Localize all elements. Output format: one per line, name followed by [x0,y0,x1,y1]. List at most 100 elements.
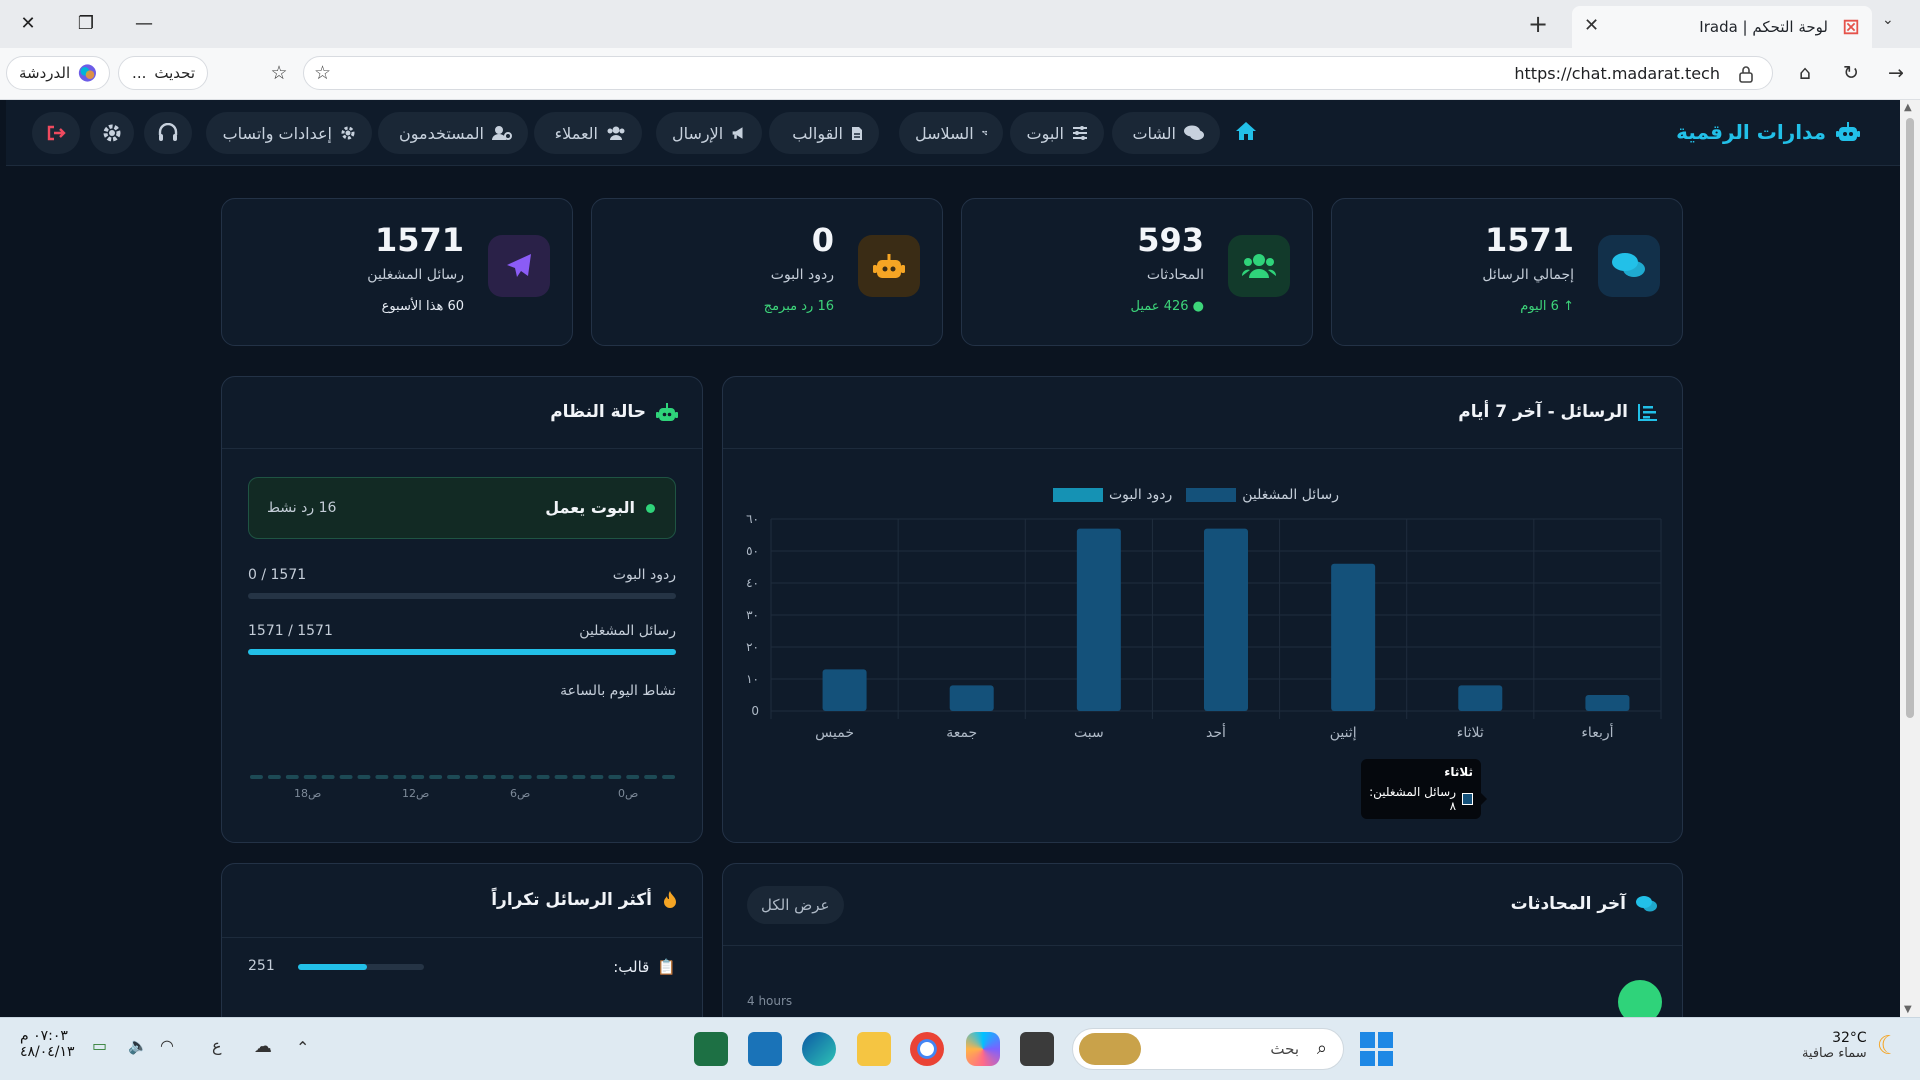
top-message-bar [298,964,424,970]
nav-sequences[interactable]: السلاسل [899,112,1003,154]
language-indicator[interactable]: ع [212,1036,222,1055]
taskview-app-icon[interactable] [1020,1032,1054,1066]
wifi-icon[interactable]: ◠ [160,1036,174,1055]
window-close-icon[interactable]: ✕ [8,8,48,40]
update-button[interactable]: تحديث ... [118,56,208,90]
browser-toolbar: الدردشة تحديث ... ☆ ☆ https://chat.madar… [0,48,1920,100]
hour-bar [626,775,640,779]
start-tile [1378,1032,1393,1048]
weather-widget[interactable]: ☾ 32°C سماء صافية [1802,1030,1900,1061]
x-tick-label: سبت [1074,725,1104,741]
stat-sub: ↑ 6 اليوم [1520,299,1574,314]
clock[interactable]: ٠٧:٠٣ م ٤٨/٠٤/١٣ [20,1028,75,1060]
tab-list-chevron-icon[interactable]: ⌄ [1882,12,1894,28]
stat-label: المحادثات [1146,267,1204,283]
settings-button[interactable] [90,112,134,154]
edge-app-icon[interactable] [802,1032,836,1066]
y-tick-label: ٤٠ [746,576,759,590]
tab-close-icon[interactable]: ✕ [1584,15,1599,36]
address-bar[interactable]: ☆ https://chat.madarat.tech [303,56,1773,90]
comments-icon [1184,125,1204,140]
browser-tab[interactable]: ✕ لوحة التحكم | Irada [1572,6,1872,48]
start-button[interactable] [1360,1032,1394,1066]
home-icon[interactable] [1234,120,1258,142]
top-messages-card: أكثر الرسائل تكراراً 📋 قالب: 251 [221,863,703,1017]
top-message-row[interactable]: 📋 قالب: 251 [222,954,702,994]
copilot-icon [79,64,97,82]
hour-label: 0ص [618,787,638,800]
file-explorer-icon[interactable] [857,1032,891,1066]
copilot-chat-button[interactable]: الدردشة [6,56,110,90]
x-tick-label: ثلاثاء [1457,725,1484,741]
window-restore-icon[interactable]: ❐ [66,8,106,40]
stat-card-bot-replies: 0 ردود البوت 16 رد مبرمج [591,198,943,346]
hour-label: 18ص [294,787,321,800]
nav-customers[interactable]: العملاء [534,112,642,154]
tooltip-text: رسائل المشغلين: ٨ [1369,785,1457,813]
support-headset-button[interactable] [144,112,192,154]
nav-whatsapp-settings[interactable]: إعدادات واتساب [206,112,372,154]
view-all-button[interactable]: عرض الكل [747,886,844,924]
hour-bar [500,775,514,779]
nav-templates-label: القوالب [792,123,843,143]
update-label: تحديث [154,64,195,82]
nav-bot[interactable]: البوت [1010,112,1104,154]
scroll-up-icon[interactable]: ▲ [1904,102,1912,113]
paper-plane-icon [507,254,531,277]
comments-icon [1612,253,1645,277]
hour-bar [554,775,568,779]
sitemap-icon [981,130,987,136]
x-tick-label: إثنين [1330,725,1357,741]
notepad-app-icon[interactable] [748,1032,782,1066]
brand[interactable]: مدارات الرقمية [1676,120,1860,144]
nav-chat-label: الشات [1132,123,1176,143]
users-icon [1242,254,1276,278]
refresh-icon[interactable]: ↻ [1838,62,1864,88]
hour-bar [285,775,299,779]
hour-bar [429,775,443,779]
nav-users[interactable]: المستخدمون [378,112,528,154]
sliders-icon [1073,126,1087,140]
nav-templates[interactable]: القوالب [769,112,879,154]
hour-bar [393,775,407,779]
messages-bar-chart[interactable]: 0 ١٠ ٢٠ ٣٠ ٤٠ ٥٠ ٦٠ أربعاء ثلاثاء إثنين أحد سبت جمعة… [723,377,1684,844]
hour-bar [465,775,478,779]
volume-icon[interactable]: 🔈 [128,1036,148,1055]
tooltip-row: رسائل المشغلين: ٨ [1369,785,1473,813]
scrollbar-thumb[interactable] [1906,118,1914,718]
home-nav-icon[interactable]: ⌂ [1792,62,1818,88]
avatar[interactable] [1618,980,1662,1017]
hour-bar [447,775,460,779]
tray-chevron-icon[interactable]: ⌃ [296,1038,309,1057]
onedrive-icon[interactable]: ☁ [254,1036,272,1057]
scroll-down-icon[interactable]: ▼ [1904,1004,1912,1015]
logout-button[interactable] [32,112,80,154]
top-navbar: مدارات الرقمية الشات البوت السلاسل القوا… [6,100,1900,166]
hour-bar [644,775,658,779]
y-tick-label: 0 [751,704,759,718]
page-scrollbar[interactable]: ▲ ▼ [1900,100,1920,1017]
url-text: https://chat.madarat.tech [1514,64,1720,83]
hour-bar [250,775,263,779]
back-arrow-icon[interactable]: → [1883,62,1909,88]
moon-icon: ☾ [1876,1030,1900,1061]
new-tab-icon[interactable]: + [1528,10,1548,38]
copilot-app-icon[interactable] [966,1032,1000,1066]
chrome-app-icon[interactable] [910,1032,944,1066]
taskbar-search[interactable]: ⌕ بحث [1072,1028,1344,1070]
nav-chat[interactable]: الشات [1112,112,1220,154]
favorites-icon[interactable]: ☆ [266,62,292,88]
add-favorite-icon[interactable]: ☆ [314,62,331,84]
robot-icon [873,254,905,278]
y-tick-label: ٥٠ [746,544,759,558]
window-minimize-icon[interactable]: — [124,8,164,40]
hour-label: 6ص [510,787,530,800]
nav-bot-label: البوت [1026,123,1064,143]
nav-sending[interactable]: الإرسال [656,112,762,154]
card-title: آخر المحادثات [1511,894,1658,914]
excel-app-icon[interactable] [694,1032,728,1066]
stat-icon-box [1598,235,1660,297]
top-messages-title: أكثر الرسائل تكراراً [491,890,652,910]
battery-icon[interactable]: ▭ [92,1036,107,1055]
lock-icon[interactable] [1738,65,1754,83]
